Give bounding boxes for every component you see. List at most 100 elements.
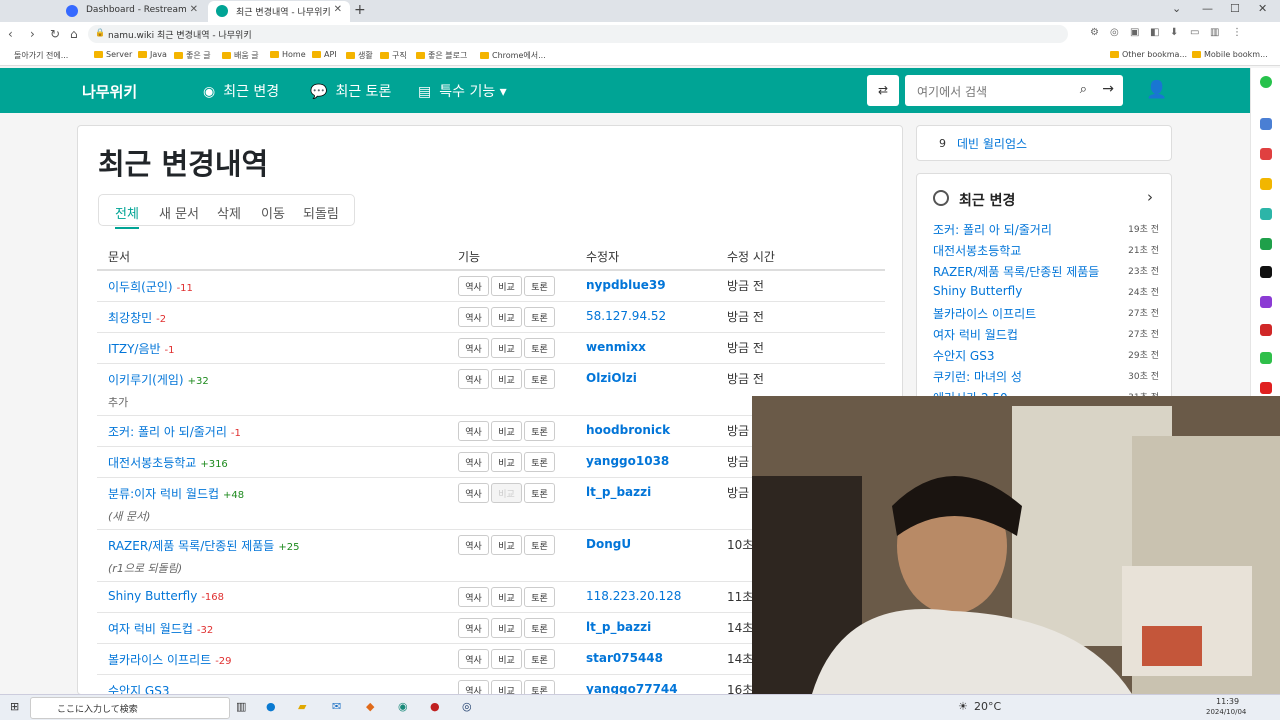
author-link[interactable]: hoodbronick: [586, 423, 670, 437]
history-button[interactable]: 역사: [458, 369, 489, 389]
nav-special-functions[interactable]: ▤ 특수 기능 ▾: [418, 81, 507, 101]
trending-link[interactable]: 데빈 윌리엄스: [957, 135, 1027, 152]
history-button[interactable]: 역사: [458, 587, 489, 607]
filter-all[interactable]: 전체: [115, 203, 139, 229]
tab-restream[interactable]: Dashboard - Restream ✕: [58, 1, 206, 22]
discuss-button[interactable]: 토론: [524, 338, 555, 358]
start-icon[interactable]: ⊞: [10, 700, 19, 713]
mail-icon[interactable]: ✉: [332, 700, 341, 713]
extension-icon[interactable]: ⬇: [1170, 27, 1178, 38]
compare-button[interactable]: 비교: [491, 452, 522, 472]
discuss-button[interactable]: 토론: [524, 587, 555, 607]
discuss-button[interactable]: 토론: [524, 369, 555, 389]
app-icon[interactable]: [1260, 266, 1272, 278]
discuss-button[interactable]: 토론: [524, 618, 555, 638]
document-link[interactable]: 여자 럭비 월드컵 -32: [108, 620, 213, 637]
app-icon[interactable]: ●: [430, 700, 440, 713]
bookmark-item[interactable]: 구직: [380, 50, 407, 61]
compare-button[interactable]: 비교: [491, 587, 522, 607]
back-icon[interactable]: ‹: [8, 27, 13, 41]
document-link[interactable]: 볼카라이스 이프리트 -29: [108, 651, 232, 668]
compare-button[interactable]: 비교: [491, 307, 522, 327]
url-field[interactable]: 🔒 namu.wiki 최근 변경내역 - 나무위키: [88, 25, 1068, 43]
compare-button[interactable]: 비교: [491, 535, 522, 555]
clock-date[interactable]: 2024/10/04: [1206, 708, 1246, 716]
author-link[interactable]: 58.127.94.52: [586, 309, 666, 323]
app-icon[interactable]: [1260, 118, 1272, 130]
history-button[interactable]: 역사: [458, 535, 489, 555]
app-icon[interactable]: [1260, 352, 1272, 364]
compare-button[interactable]: 비교: [491, 369, 522, 389]
forward-icon[interactable]: ›: [30, 27, 35, 41]
history-button[interactable]: 역사: [458, 618, 489, 638]
document-link[interactable]: 대전서봉초등학교 +316: [108, 454, 228, 471]
history-button[interactable]: 역사: [458, 452, 489, 472]
author-link[interactable]: OlziOlzi: [586, 371, 637, 385]
document-link[interactable]: 조커: 폴리 아 되/줄거리 -1: [108, 423, 241, 440]
recent-change-link[interactable]: 조커: 폴리 아 되/줄거리: [933, 221, 1052, 238]
document-link[interactable]: 최강창민 -2: [108, 309, 166, 326]
history-button[interactable]: 역사: [458, 421, 489, 441]
bookmark-item[interactable]: 좋은 글: [174, 50, 211, 61]
bookmark-item[interactable]: Mobile bookm...: [1192, 50, 1268, 59]
minimize-window-icon[interactable]: —: [1202, 2, 1213, 15]
home-icon[interactable]: ⌂: [70, 27, 78, 41]
bookmark-item[interactable]: 배움 글: [222, 50, 259, 61]
app-icon[interactable]: [1260, 324, 1272, 336]
user-icon[interactable]: 👤: [1146, 80, 1167, 100]
filter-revert[interactable]: 되돌림: [303, 203, 339, 222]
filter-new[interactable]: 새 문서: [159, 203, 199, 222]
maximize-icon[interactable]: ☐: [1230, 2, 1240, 15]
bookmark-item[interactable]: 생활: [346, 50, 373, 61]
search-input[interactable]: 여기에서 검색 ⌕ →: [905, 75, 1123, 106]
tab-namuwiki[interactable]: 최근 변경내역 - 나무위키 ✕: [208, 1, 350, 22]
discuss-button[interactable]: 토론: [524, 421, 555, 441]
history-button[interactable]: 역사: [458, 680, 489, 694]
author-link[interactable]: 118.223.20.128: [586, 589, 681, 603]
recent-change-link[interactable]: 여자 럭비 월드컵: [933, 326, 1018, 343]
history-button[interactable]: 역사: [458, 276, 489, 296]
minimize-icon[interactable]: ⌄: [1172, 2, 1181, 15]
app-icon[interactable]: ◆: [366, 700, 374, 713]
discuss-button[interactable]: 토론: [524, 307, 555, 327]
app-icon[interactable]: [1260, 76, 1272, 88]
compare-button[interactable]: 비교: [491, 649, 522, 669]
compare-button[interactable]: 비교: [491, 276, 522, 296]
reload-icon[interactable]: ↻: [50, 27, 60, 41]
recent-change-link[interactable]: 대전서봉초등학교: [933, 242, 1021, 259]
history-button[interactable]: 역사: [458, 307, 489, 327]
app-icon[interactable]: [1260, 178, 1272, 190]
close-tab-icon[interactable]: ✕: [334, 4, 342, 15]
discuss-button[interactable]: 토론: [524, 483, 555, 503]
history-button[interactable]: 역사: [458, 483, 489, 503]
compare-button[interactable]: 비교: [491, 680, 522, 694]
explorer-icon[interactable]: ▰: [298, 700, 306, 713]
search-icon[interactable]: ⌕: [1080, 82, 1087, 97]
edge-icon[interactable]: ●: [266, 700, 276, 713]
extension-icon[interactable]: ▭: [1190, 27, 1199, 38]
task-view-icon[interactable]: ▥: [236, 700, 246, 713]
document-link[interactable]: Shiny Butterfly -168: [108, 589, 224, 603]
recent-change-link[interactable]: Shiny Butterfly: [933, 284, 1022, 298]
taskbar-search[interactable]: ここに入力して検索: [30, 697, 230, 719]
bookmark-item[interactable]: Chrome에서...: [480, 50, 546, 61]
close-window-icon[interactable]: ✕: [1258, 2, 1267, 15]
author-link[interactable]: lt_p_bazzi: [586, 485, 651, 499]
app-icon[interactable]: ◉: [398, 700, 408, 713]
discuss-button[interactable]: 토론: [524, 680, 555, 694]
recent-change-link[interactable]: RAZER/제품 목록/단종된 제품들: [933, 263, 1099, 280]
bookmark-item[interactable]: Server: [94, 50, 132, 59]
author-link[interactable]: lt_p_bazzi: [586, 620, 651, 634]
close-tab-icon[interactable]: ✕: [190, 4, 198, 15]
extension-icon[interactable]: ◧: [1150, 27, 1159, 38]
extension-icon[interactable]: ⚙: [1090, 27, 1099, 38]
bookmark-item[interactable]: Other bookma...: [1110, 50, 1187, 59]
compare-button[interactable]: 비교: [491, 421, 522, 441]
new-tab-icon[interactable]: +: [354, 2, 366, 18]
compare-button[interactable]: 비교: [491, 483, 522, 503]
filter-delete[interactable]: 삭제: [217, 203, 241, 222]
discuss-button[interactable]: 토론: [524, 535, 555, 555]
extension-icon[interactable]: ◎: [1110, 27, 1119, 38]
recent-change-link[interactable]: 볼카라이스 이프리트: [933, 305, 1036, 322]
document-link[interactable]: 이키루기(게임) +32: [108, 371, 209, 388]
